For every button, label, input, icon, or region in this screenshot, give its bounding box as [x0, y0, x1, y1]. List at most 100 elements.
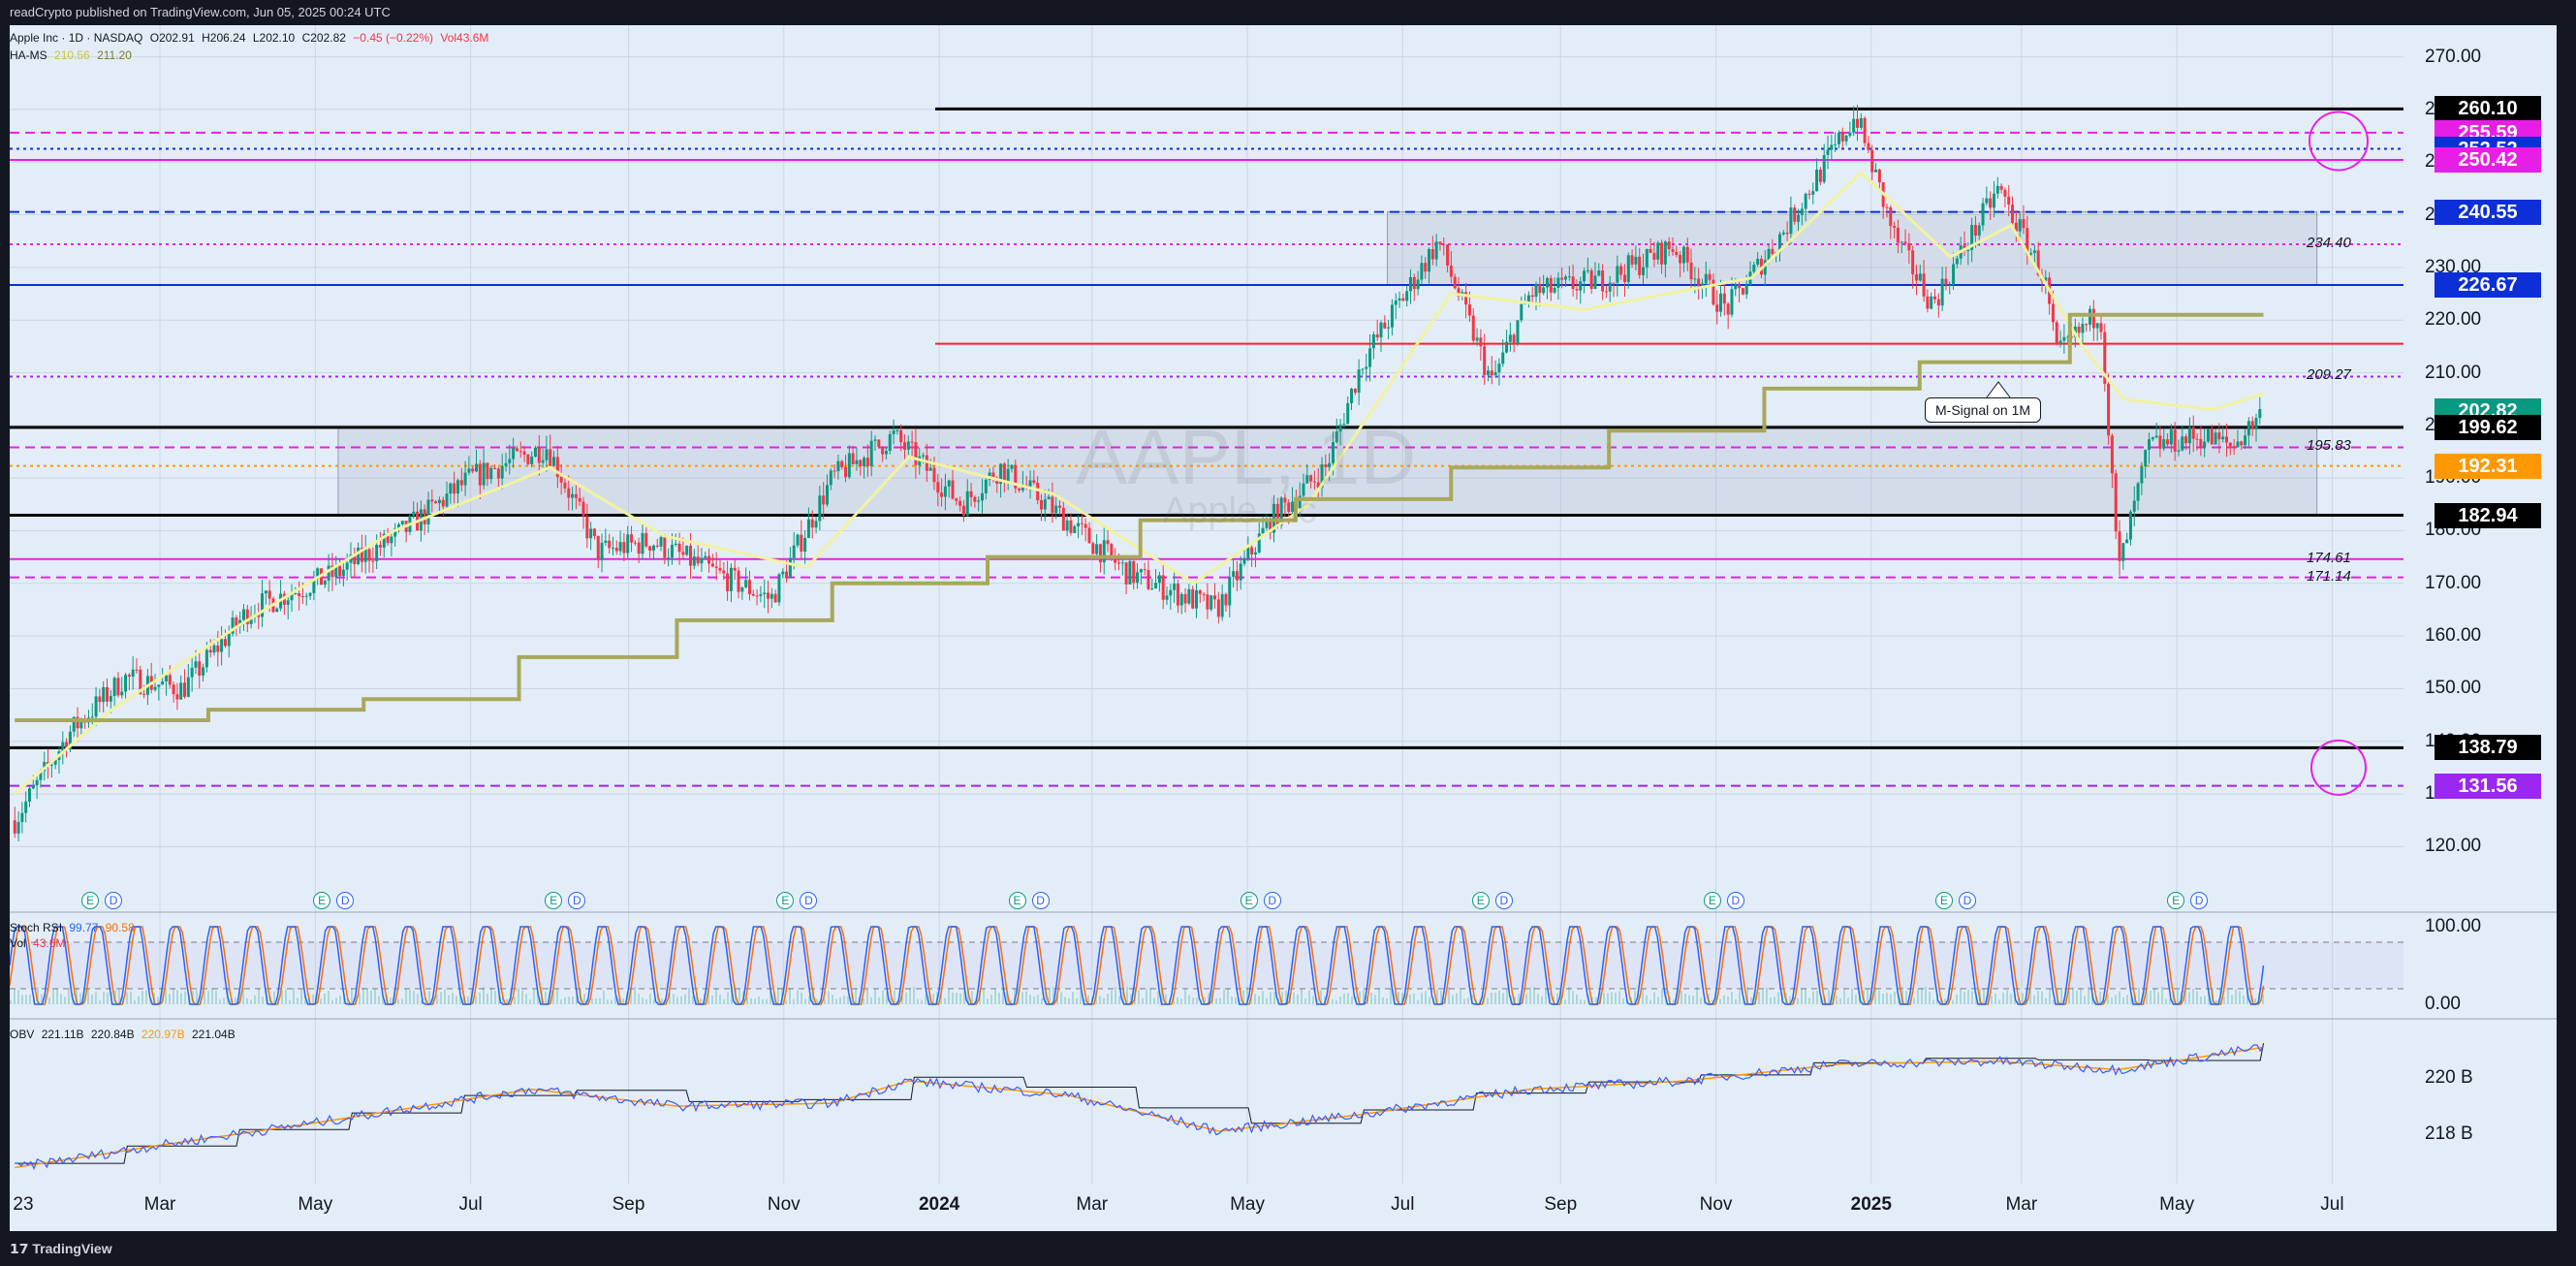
volume-bar: [300, 989, 302, 1004]
volume-bar: [467, 996, 469, 1004]
volume-bar: [1115, 987, 1116, 1004]
volume-bar: [1537, 994, 1539, 1004]
volume-bar: [1200, 999, 1202, 1004]
volume-bar: [913, 987, 915, 1004]
vol-legend[interactable]: Vol 43.6M: [10, 936, 65, 950]
volume-bar: [320, 998, 322, 1004]
main-legend[interactable]: Apple Inc · 1D · NASDAQ O202.91 H206.24 …: [10, 31, 488, 45]
candle-body: [1656, 242, 1660, 260]
volume-bar: [1448, 987, 1450, 1004]
candle-body: [1147, 570, 1150, 589]
level-label-inline: 234.40: [2307, 234, 2351, 251]
candle-body: [851, 453, 855, 464]
volume-bar: [1312, 996, 1314, 1004]
volume-bar: [161, 987, 163, 1004]
volume-bar: [83, 987, 85, 1004]
volume-bar: [64, 997, 66, 1004]
stoch-y-tick: 100.00: [2425, 916, 2482, 936]
volume-bar: [1010, 999, 1012, 1004]
candle-body: [1143, 569, 1147, 571]
candle-body: [622, 542, 626, 554]
volume-bar: [289, 999, 291, 1004]
volume-bar: [157, 997, 159, 1004]
volume-bar: [1560, 991, 1562, 1004]
volume-bar: [308, 997, 310, 1004]
volume-bar: [2142, 993, 2144, 1004]
candle-body: [1379, 322, 1383, 338]
tradingview-logo[interactable]: 𝟭𝟳 TradingView: [10, 1231, 112, 1266]
brand-text: TradingView: [32, 1241, 112, 1256]
stoch-legend[interactable]: Stoch RSI 99.77 90.58: [10, 921, 135, 934]
candle-body: [202, 667, 205, 676]
volume-bar: [1006, 992, 1008, 1004]
level-label-inline: 174.61: [2307, 549, 2351, 566]
volume-bar: [634, 987, 636, 1004]
volume-bar: [1971, 991, 1973, 1004]
candle-body: [164, 675, 168, 681]
volume-bar: [37, 987, 39, 1004]
volume-bar: [1266, 997, 1268, 1004]
candle-body: [604, 540, 608, 543]
volume-bar: [79, 993, 81, 1004]
candle-body: [400, 521, 404, 524]
volume-bar: [591, 997, 593, 1004]
volume-bar: [238, 991, 240, 1004]
volume-bar: [2250, 996, 2252, 1004]
candle-body: [1863, 117, 1867, 143]
candle-body: [1490, 370, 1493, 376]
volume-bar: [1626, 999, 1628, 1004]
candle-body: [1822, 154, 1826, 182]
chart-canvas[interactable]: [10, 25, 2557, 1231]
volume-bar: [1425, 991, 1427, 1004]
candle-body: [1438, 241, 1442, 244]
msignal-callout[interactable]: M-Signal on 1M: [1925, 397, 2042, 423]
hams-legend[interactable]: HA-MS 210.56 211.20: [10, 48, 132, 62]
volume-bar: [1056, 994, 1058, 1004]
volume-bar: [1708, 993, 1710, 1004]
candle-body: [667, 557, 671, 559]
candle-body: [135, 669, 139, 671]
candle-body: [700, 557, 704, 564]
candle-body: [1405, 291, 1409, 301]
volume-bar: [1886, 993, 1888, 1004]
volume-bar: [1126, 987, 1128, 1004]
volume-bar: [452, 993, 454, 1004]
volume-bar: [2173, 991, 2175, 1004]
candle-body: [2107, 383, 2111, 436]
candle-body: [1091, 543, 1095, 554]
chart-area[interactable]: AAPL, 1D Apple Inc Apple Inc · 1D · NASD…: [10, 25, 2557, 1231]
volume-bar: [1576, 994, 1578, 1004]
candle-body: [2022, 218, 2026, 229]
candle-body: [1995, 185, 1999, 194]
candle-body: [375, 545, 379, 561]
volume-bar: [424, 997, 426, 1004]
volume-bar: [549, 992, 550, 1004]
candle-body: [914, 442, 918, 465]
volume-bar: [2122, 997, 2124, 1004]
volume-bar: [715, 988, 717, 1004]
candle-body: [1663, 241, 1667, 265]
volume-bar: [611, 999, 613, 1004]
volume-bar: [886, 992, 888, 1004]
candle-body: [1793, 207, 1797, 222]
volume-bar: [1153, 997, 1155, 1004]
volume-bar: [1564, 998, 1566, 1004]
obv-legend[interactable]: OBV 221.11B 220.84B 220.97B 221.04B: [10, 1028, 236, 1041]
candle-body: [1516, 320, 1520, 344]
candle-body: [526, 455, 530, 464]
volume-bar: [793, 998, 795, 1004]
volume-bar: [1797, 997, 1799, 1004]
candle-body: [1176, 584, 1179, 606]
volume-bar: [1766, 988, 1768, 1004]
volume-bar: [2026, 997, 2027, 1004]
volume-bar: [1060, 992, 1062, 1004]
volume-bar: [1091, 997, 1093, 1004]
volume-bar: [1572, 991, 1574, 1004]
candle-body: [294, 592, 298, 594]
candle-body: [1106, 540, 1110, 545]
volume-bar: [770, 992, 771, 1004]
volume-bar: [525, 994, 527, 1004]
volume-bar: [1436, 989, 1438, 1004]
candle-body: [961, 505, 965, 516]
volume-bar: [1002, 987, 1004, 1004]
